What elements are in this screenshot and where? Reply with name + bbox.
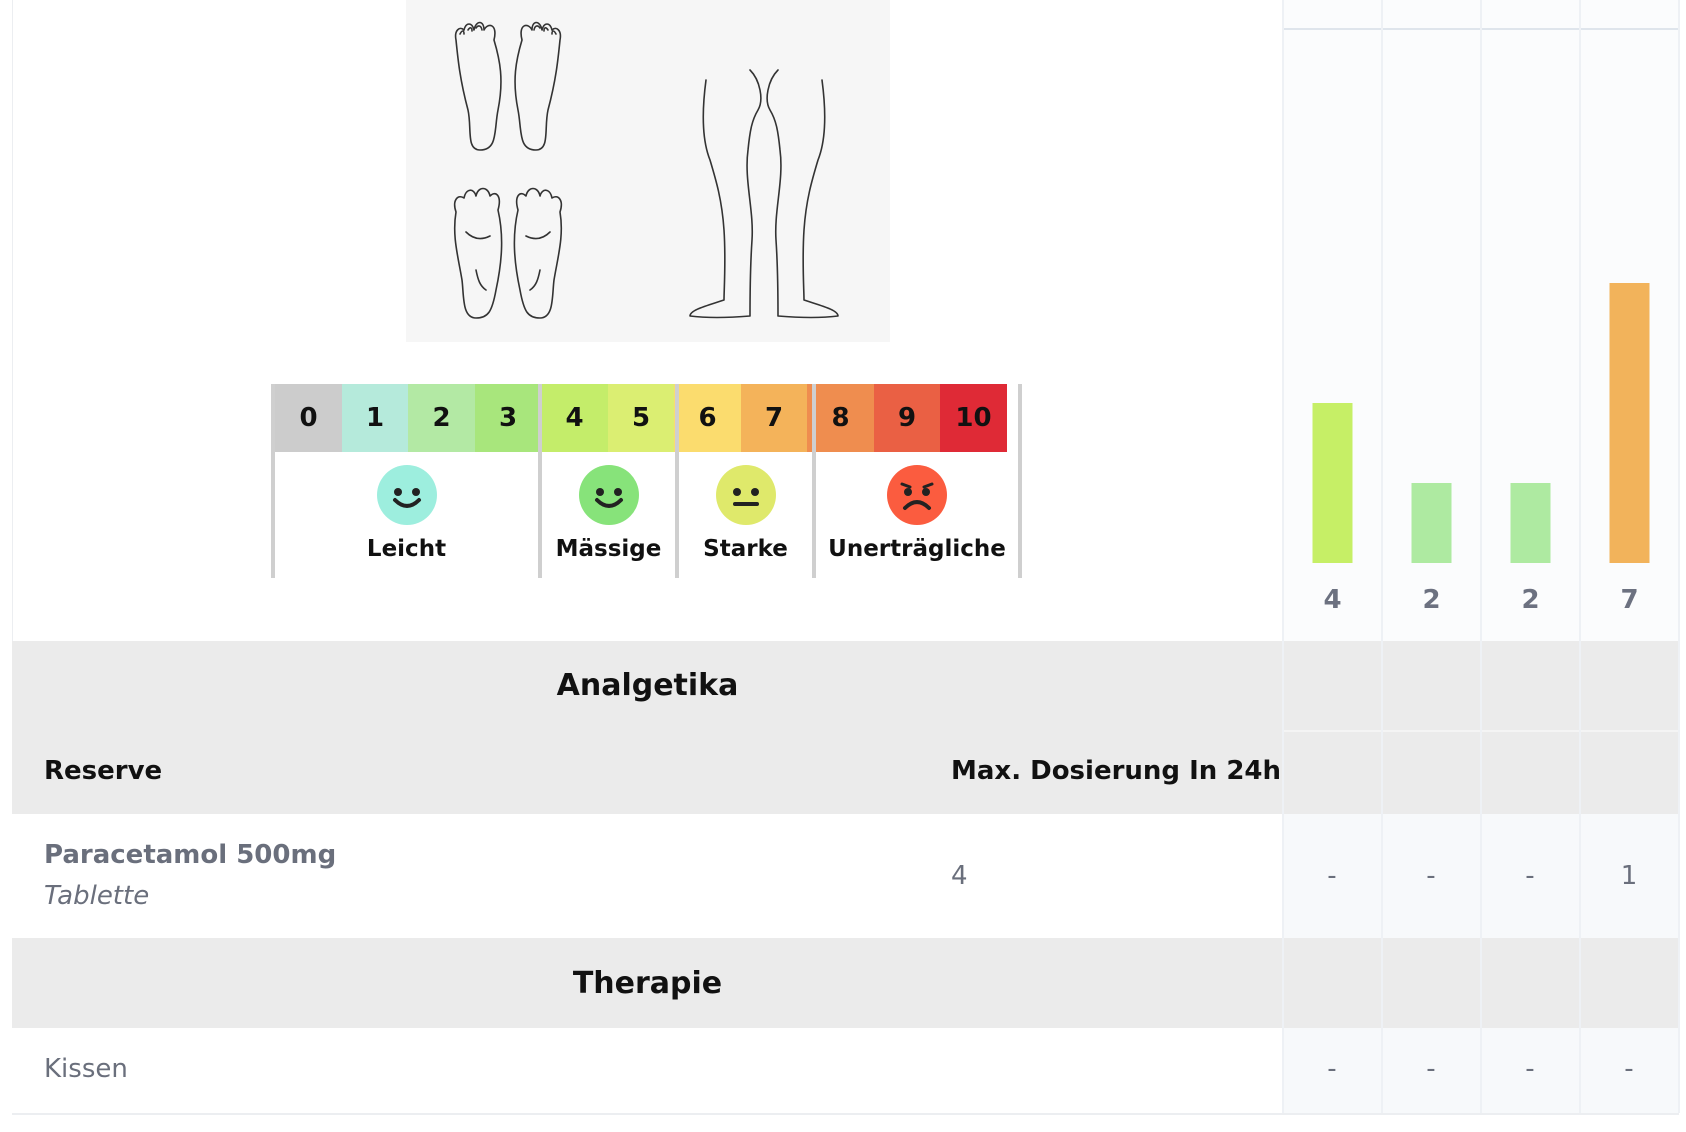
pain-bar-4[interactable] bbox=[1609, 283, 1650, 563]
therapie-dose-cell-4[interactable]: - bbox=[1599, 1054, 1659, 1084]
chart-column-divider bbox=[1579, 0, 1581, 1113]
pain-level-5[interactable]: 5 bbox=[607, 384, 675, 452]
pain-level-2[interactable]: 2 bbox=[408, 384, 475, 452]
pain-bar-label-2: 2 bbox=[1422, 585, 1440, 615]
medication-max-dose: 4 bbox=[951, 861, 968, 891]
therapie-item-name: Kissen bbox=[44, 1054, 128, 1084]
pain-bar-2[interactable] bbox=[1411, 483, 1452, 563]
max-dose-column-header: Max. Dosierung In 24h bbox=[951, 756, 1282, 786]
table-bottom-border bbox=[12, 1113, 1679, 1115]
pain-group-label-unerträgliche: Unerträgliche bbox=[828, 536, 1006, 562]
medication-name: Paracetamol 500mg bbox=[44, 840, 337, 870]
pain-level-4[interactable]: 4 bbox=[541, 384, 608, 452]
pain-level-0[interactable]: 0 bbox=[275, 384, 342, 452]
chart-column-divider bbox=[1678, 0, 1680, 1113]
pain-level-6[interactable]: 6 bbox=[674, 384, 741, 452]
pain-level-8[interactable]: 8 bbox=[807, 384, 874, 452]
pain-group-label-leicht: Leicht bbox=[366, 536, 447, 562]
happy-face-icon bbox=[376, 465, 437, 525]
neutral-face-icon bbox=[715, 465, 776, 525]
pain-bar-3[interactable] bbox=[1510, 483, 1551, 563]
therapie-title: Therapie bbox=[572, 966, 723, 1001]
medication-dose-cell-3[interactable]: - bbox=[1500, 861, 1560, 891]
sad-face-icon bbox=[887, 465, 947, 525]
scale-group-separator bbox=[1018, 384, 1022, 578]
therapie-dose-cell-1[interactable]: - bbox=[1302, 1054, 1362, 1084]
therapie-row[interactable] bbox=[12, 1028, 1283, 1113]
reserve-column-header: Reserve bbox=[44, 756, 163, 786]
pain-scale: 0 1 2 3 4 5 6 7 8 9 10 Leicht Mässige Starke Unerträg… bbox=[271, 384, 1022, 578]
pain-bar-1[interactable] bbox=[1312, 403, 1353, 563]
pain-level-9[interactable]: 9 bbox=[873, 384, 941, 452]
chart-column-divider bbox=[1282, 0, 1284, 1113]
pain-level-10[interactable]: 10 bbox=[940, 384, 1007, 452]
pain-group-label-starke: Starke bbox=[703, 536, 788, 562]
medication-dose-cell-4[interactable]: 1 bbox=[1599, 861, 1659, 891]
feet-and-legs-icon bbox=[453, 21, 839, 319]
pain-bar-label-3: 2 bbox=[1521, 585, 1539, 615]
medication-row[interactable] bbox=[12, 814, 1283, 938]
pain-bar-label-1: 4 bbox=[1323, 585, 1341, 615]
medication-dose-cell-1[interactable]: - bbox=[1302, 861, 1362, 891]
scale-group-separator bbox=[271, 384, 275, 578]
pain-level-7[interactable]: 7 bbox=[740, 384, 808, 452]
chart-column-divider bbox=[1480, 0, 1482, 1113]
analgetika-header-band bbox=[12, 641, 1283, 814]
therapie-dose-cell-2[interactable]: - bbox=[1401, 1054, 1461, 1084]
pain-bar-label-4: 7 bbox=[1620, 585, 1638, 615]
pain-protocol-page: 0 1 2 3 4 5 6 7 8 9 10 Leicht Mässige Starke Unerträg… bbox=[0, 0, 1686, 1132]
body-map-illustration[interactable] bbox=[406, 0, 890, 342]
analgetika-title: Analgetika bbox=[556, 668, 739, 703]
pain-level-1[interactable]: 1 bbox=[341, 384, 409, 452]
chart-column-divider bbox=[1381, 0, 1383, 1113]
happy-face-icon bbox=[578, 465, 639, 525]
therapie-dose-cell-3[interactable]: - bbox=[1500, 1054, 1560, 1084]
medication-dose-cell-2[interactable]: - bbox=[1401, 861, 1461, 891]
pain-level-3[interactable]: 3 bbox=[474, 384, 542, 452]
medication-form: Tablette bbox=[44, 881, 150, 911]
